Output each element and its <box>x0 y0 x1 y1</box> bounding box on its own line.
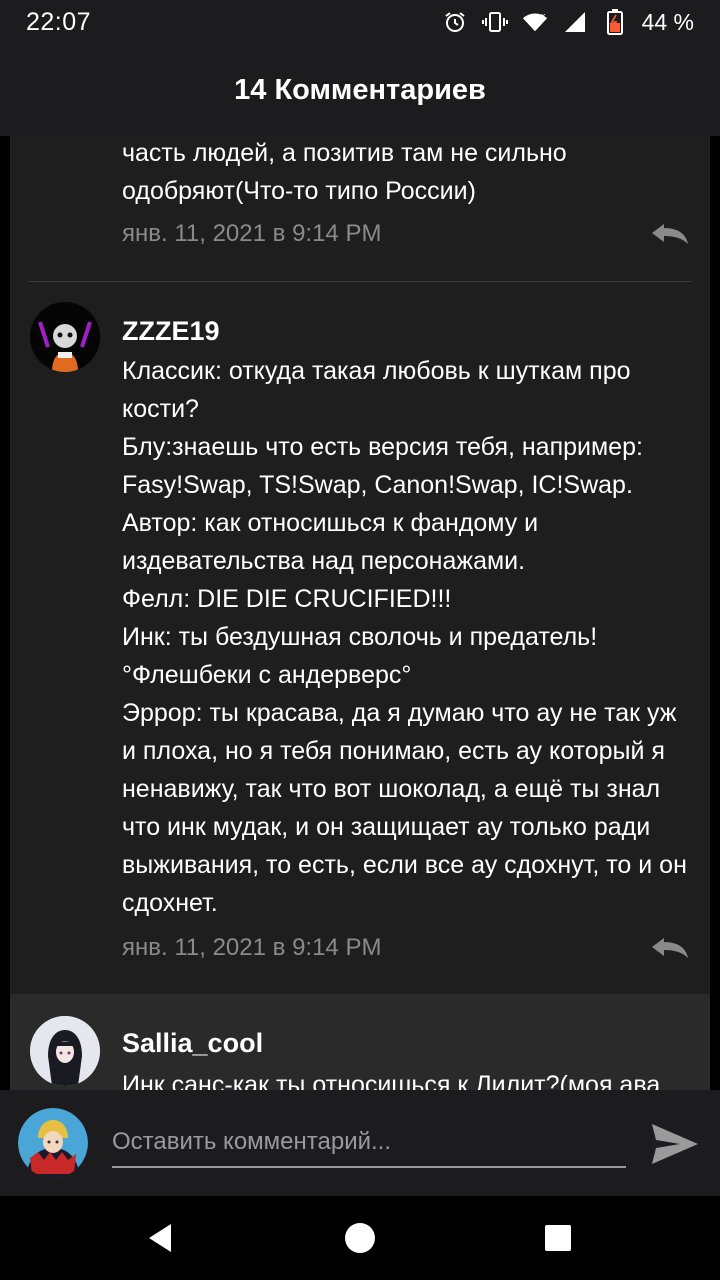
status-time: 22:07 <box>26 7 92 36</box>
signal-icon <box>562 9 588 35</box>
comment-username[interactable]: ZZZE19 <box>122 316 220 347</box>
back-button[interactable] <box>140 1218 180 1258</box>
header: 14 Комментариев <box>0 44 720 136</box>
comment-text: Инк санс-как ты относишься к Лилит?(моя … <box>122 1071 661 1090</box>
comment-text: Классик: откуда такая любовь к шуткам пр… <box>122 357 687 917</box>
comment-date: янв. 11, 2021 в 9:14 PM <box>122 934 382 961</box>
comment-text: часть людей, а позитив там не сильно одо… <box>122 139 567 205</box>
status-icons: x 44 % <box>442 9 694 36</box>
comment-item: часть людей, а позитив там не сильно одо… <box>10 136 710 281</box>
comment-item: Sallia_cool Инк санс-как ты относишься к… <box>10 994 710 1090</box>
comment-input[interactable]: Оставить комментарий... <box>112 1120 626 1168</box>
vibrate-icon <box>481 9 508 35</box>
status-bar: 22:07 x 44 % <box>0 0 720 44</box>
svg-text:x: x <box>540 10 545 20</box>
comments-list[interactable]: часть людей, а позитив там не сильно одо… <box>10 136 710 1090</box>
avatar[interactable] <box>30 1016 100 1086</box>
send-button[interactable] <box>648 1118 700 1170</box>
reply-icon[interactable] <box>648 932 692 962</box>
avatar <box>18 1108 88 1178</box>
comment-input-bar: Оставить комментарий... <box>0 1090 720 1196</box>
battery-percent: 44 % <box>641 8 694 35</box>
home-button[interactable] <box>340 1218 380 1258</box>
comment-date: янв. 11, 2021 в 9:14 PM <box>122 220 382 247</box>
alarm-icon <box>442 9 468 35</box>
avatar[interactable] <box>30 302 100 372</box>
comment-item: ZZZE19 Классик: откуда такая любовь к шу… <box>10 282 710 994</box>
wifi-icon: x <box>522 9 548 35</box>
recents-button[interactable] <box>538 1218 578 1258</box>
comment-username[interactable]: Sallia_cool <box>122 1028 263 1059</box>
battery-icon <box>602 9 628 35</box>
page-title: 14 Комментариев <box>234 73 486 106</box>
navigation-bar <box>0 1196 720 1280</box>
reply-icon[interactable] <box>648 218 692 248</box>
